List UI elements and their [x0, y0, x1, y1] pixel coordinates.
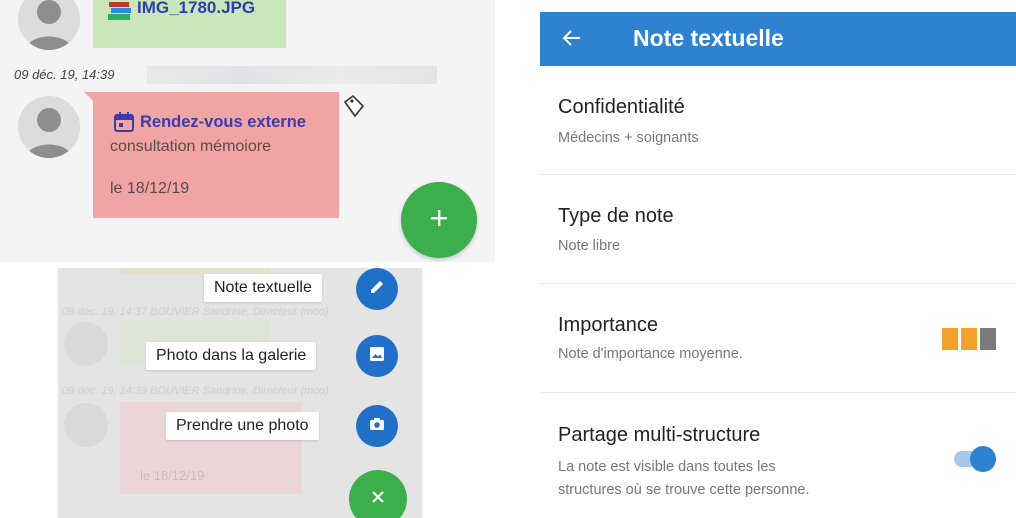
row-importance[interactable]: Importance Note d'importance moyenne.: [540, 284, 1016, 393]
importance-bar-off: [980, 328, 996, 350]
photo-galerie-label[interactable]: Photo dans la galerie: [146, 342, 317, 370]
event-date: le 18/12/19: [110, 180, 190, 197]
importance-bar-on: [961, 328, 977, 350]
books-icon: [107, 0, 133, 27]
close-icon: [370, 489, 386, 510]
share-toggle[interactable]: [954, 446, 996, 472]
prendre-photo-label[interactable]: Prendre une photo: [166, 412, 319, 440]
row-partage-multi-structure[interactable]: Partage multi-structure La note est visi…: [540, 393, 1016, 518]
photo-galerie-button[interactable]: [356, 335, 398, 377]
row-type-de-note[interactable]: Type de note Note libre: [540, 175, 1016, 284]
chat-panel: IMG_1780.JPG 09 déc. 19, 14:39 Rendez-vo…: [0, 0, 495, 262]
importance-bar-on: [942, 328, 958, 350]
row-subtitle: Note libre: [558, 238, 621, 254]
attachment-bubble[interactable]: IMG_1780.JPG: [93, 0, 286, 48]
attachment-name[interactable]: IMG_1780.JPG: [137, 0, 255, 18]
pencil-icon: [368, 278, 386, 301]
toggle-knob: [970, 446, 996, 472]
row-subtitle: Note d'importance moyenne.: [558, 346, 743, 362]
row-subtitle-line: structures où se trouve cette personne.: [558, 482, 810, 498]
author-redacted: [147, 66, 437, 84]
message-timestamp: 09 déc. 19, 14:39: [14, 67, 115, 82]
ghost-timestamp: 09 déc. 19, 14:39 BOUVIER Sandrine, Dire…: [62, 385, 329, 397]
event-description: consultation mémoiore: [110, 138, 271, 155]
row-subtitle-line: La note est visible dans toutes les: [558, 459, 776, 475]
arrow-left-icon[interactable]: [560, 27, 582, 54]
close-fab-button[interactable]: [349, 470, 407, 518]
prendre-photo-button[interactable]: [356, 405, 398, 447]
avatar: [18, 96, 80, 158]
row-confidentialite[interactable]: Confidentialité Médecins + soignants: [540, 66, 1016, 175]
row-title: Importance: [558, 314, 659, 336]
ghost-date: le 18/12/19: [140, 468, 205, 483]
app-bar: Note textuelle: [540, 12, 1016, 66]
ghost-timestamp: 09 déc. 19, 14:37 BOUVIER Sandrine, Dire…: [62, 306, 329, 318]
tag-icon[interactable]: [341, 94, 367, 125]
row-title: Confidentialité: [558, 96, 685, 118]
add-fab-button[interactable]: [401, 182, 477, 258]
ghost-avatar: [64, 322, 108, 366]
page-title: Note textuelle: [633, 25, 784, 51]
row-subtitle: La note est visible dans toutes les stru…: [558, 456, 809, 502]
plus-icon: [428, 207, 450, 234]
event-bubble[interactable]: Rendez-vous externe consultation mémoior…: [93, 92, 339, 218]
ghost-avatar: [64, 403, 108, 447]
calendar-icon: [113, 111, 135, 138]
note-textuelle-label[interactable]: Note textuelle: [204, 274, 322, 302]
camera-icon: [368, 415, 386, 438]
note-textuelle-button[interactable]: [356, 268, 398, 310]
speed-dial-overlay[interactable]: 09 déc. 19, 14:37 BOUVIER Sandrine, Dire…: [58, 268, 422, 518]
row-subtitle: Médecins + soignants: [558, 130, 699, 146]
row-title: Type de note: [558, 205, 674, 227]
image-icon: [368, 345, 386, 368]
row-title: Partage multi-structure: [558, 424, 761, 446]
avatar: [18, 0, 80, 50]
importance-indicator: [942, 328, 996, 350]
event-title: Rendez-vous externe: [140, 113, 306, 131]
